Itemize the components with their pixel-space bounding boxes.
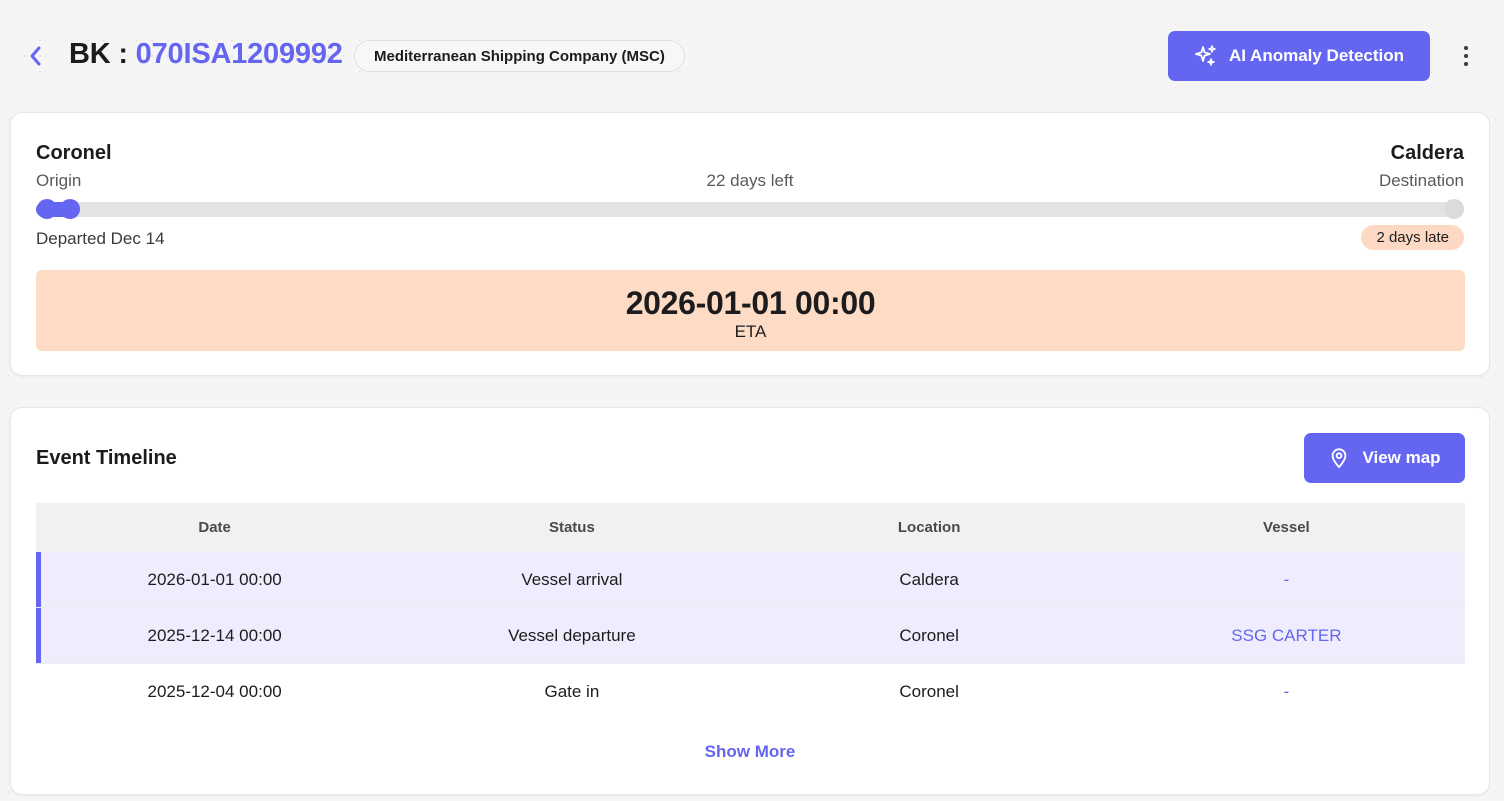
event-vessel: - xyxy=(1283,682,1290,701)
route-card: Coronel Origin 22 days left Caldera Dest… xyxy=(10,112,1490,376)
booking-id: 070ISA1209992 xyxy=(135,38,343,70)
event-date: 2026-01-01 00:00 xyxy=(147,569,282,589)
column-header-status: Status xyxy=(548,519,595,536)
map-pin-icon xyxy=(1332,448,1347,469)
destination-marker xyxy=(1444,199,1464,219)
destination-label: Destination xyxy=(1378,171,1464,190)
event-location: Coronel xyxy=(899,625,959,645)
event-date: 2025-12-04 00:00 xyxy=(147,682,282,701)
eta-label: ETA xyxy=(734,322,767,341)
event-status: Vessel arrival xyxy=(521,569,623,589)
origin-marker xyxy=(37,199,57,219)
column-header-vessel: Vessel xyxy=(1263,519,1310,536)
table-row[interactable]: 2025-12-04 00:00 Gate in Coronel - xyxy=(36,664,1465,720)
ai-button-label: AI Anomaly Detection xyxy=(1228,46,1405,65)
departed-text: Departed Dec 14 xyxy=(36,229,165,248)
chevron-left-icon xyxy=(30,46,41,66)
voyage-progress-bar xyxy=(36,202,1464,217)
view-map-button[interactable]: View map xyxy=(1304,433,1465,483)
sparkles-icon xyxy=(1195,45,1216,66)
event-vessel: - xyxy=(1283,569,1290,589)
vessel-link[interactable]: SSG CARTER xyxy=(1108,626,1465,646)
table-row[interactable]: 2025-12-14 00:00 Vessel departure Corone… xyxy=(36,608,1465,664)
table-header: Date Status Location Vessel xyxy=(36,503,1465,552)
ai-anomaly-detection-button[interactable]: AI Anomaly Detection xyxy=(1168,31,1430,81)
event-table: Date Status Location Vessel 2026-01-01 0… xyxy=(36,503,1465,720)
column-header-location: Location xyxy=(897,519,961,536)
column-header-date: Date xyxy=(198,519,231,536)
event-location: Coronel xyxy=(899,682,959,701)
late-status-badge: 2 days late xyxy=(1361,225,1464,250)
page-header: BK : 070ISA1209992 Mediterranean Shippin… xyxy=(0,0,1504,112)
eta-panel: 2026-01-01 00:00 ETA xyxy=(36,270,1465,351)
days-left-text: 22 days left xyxy=(706,171,794,190)
vertical-dots-icon xyxy=(1464,46,1468,50)
event-date: 2025-12-14 00:00 xyxy=(147,625,282,645)
event-status: Vessel departure xyxy=(508,625,636,645)
event-status: Gate in xyxy=(544,682,600,701)
booking-prefix: BK : xyxy=(69,38,136,70)
show-more-button[interactable]: Show More xyxy=(11,742,1489,762)
event-timeline-title: Event Timeline xyxy=(36,447,177,469)
origin-name: Coronel xyxy=(36,142,112,164)
back-button[interactable] xyxy=(22,40,48,72)
view-map-label: View map xyxy=(1362,448,1441,467)
eta-value: 2026-01-01 00:00 xyxy=(625,285,876,321)
event-timeline-card: Event Timeline View map Date Status Loca… xyxy=(10,407,1490,795)
destination-name: Caldera xyxy=(1390,142,1464,164)
event-location: Caldera xyxy=(899,569,959,589)
table-row[interactable]: 2026-01-01 00:00 Vessel arrival Caldera … xyxy=(36,552,1465,608)
more-options-button[interactable] xyxy=(1455,40,1477,72)
page-title: BK : 070ISA1209992 xyxy=(69,38,343,71)
current-position-marker xyxy=(60,199,80,219)
carrier-badge: Mediterranean Shipping Company (MSC) xyxy=(354,40,685,72)
